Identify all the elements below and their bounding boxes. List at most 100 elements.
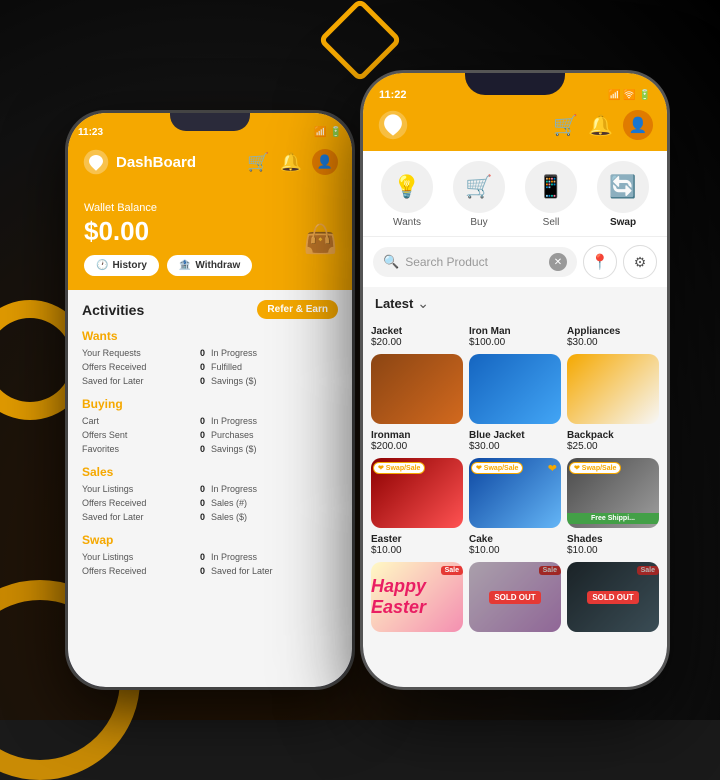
back-avatar[interactable]: 👤 xyxy=(312,149,338,175)
history-button[interactable]: 🕐 History xyxy=(84,255,159,276)
wallet-wallet-icon: 👜 xyxy=(303,223,338,256)
search-icon: 🔍 xyxy=(383,254,399,270)
swap-badge-backpack: ❤ Swap/Sale xyxy=(569,462,621,474)
product-img-jacket[interactable] xyxy=(371,354,463,424)
front-phone: 11:22 📶 🛜 🔋 🛒 🔔 👤 💡 Wants xyxy=(360,70,670,690)
front-header: 🛒 🔔 👤 xyxy=(363,105,667,151)
sold-out-text-cake: SOLD OUT xyxy=(489,591,540,604)
nav-buy[interactable]: 🛒 Buy xyxy=(453,161,505,228)
swap-badge-ironman: ❤ Swap/Sale xyxy=(373,462,425,474)
buying-row-3-status: Savings ($) xyxy=(211,443,338,455)
latest-text: Latest xyxy=(375,296,413,311)
front-bell-icon[interactable]: 🔔 xyxy=(588,113,613,138)
swap-badge-bluejacket: ❤ Swap/Sale xyxy=(471,462,523,474)
nav-wants[interactable]: 💡 Wants xyxy=(381,161,433,228)
sales-row-1-status: In Progress xyxy=(211,483,338,495)
search-placeholder: Search Product xyxy=(405,255,543,269)
back-time: 11:23 xyxy=(78,127,103,138)
search-filter-button[interactable]: ⚙ xyxy=(623,245,657,279)
product-grid: Jacket $20.00 Ironman $200.00 ❤ Swap/Sal… xyxy=(363,320,667,638)
wants-row-1-status: In Progress xyxy=(211,347,338,359)
activity-group-sales: Sales Your Listings0 In Progress Offers … xyxy=(82,465,338,523)
buying-row-2-status: Purchases xyxy=(211,429,338,441)
wants-row-3: Saved for Later0 xyxy=(82,375,209,387)
wants-title: Wants xyxy=(82,329,338,343)
sold-out-text-shades: SOLD OUT xyxy=(587,591,638,604)
nav-sell[interactable]: 📱 Sell xyxy=(525,161,577,228)
sell-label: Sell xyxy=(543,217,560,228)
front-cart-icon[interactable]: 🛒 xyxy=(553,113,578,138)
wants-rows: Your Requests0 In Progress Offers Receiv… xyxy=(82,347,338,387)
sales-row-2: Offers Received0 xyxy=(82,497,209,509)
product-img-ironman2[interactable] xyxy=(469,354,561,424)
activities-title: Activities xyxy=(82,302,144,318)
product-col-2: Iron Man $100.00 Blue Jacket $30.00 ❤ Sw… xyxy=(469,326,561,632)
product-img-shades[interactable]: Sale SOLD OUT xyxy=(567,562,659,632)
wants-row-2: Offers Received0 xyxy=(82,361,209,373)
product-label-jacket: Jacket $20.00 xyxy=(371,326,463,348)
buying-rows: Cart0 In Progress Offers Sent0 Purchases… xyxy=(82,415,338,455)
activity-group-swap: Swap Your Listings0 In Progress Offers R… xyxy=(82,533,338,577)
back-logo-icon xyxy=(82,148,110,176)
front-avatar[interactable]: 👤 xyxy=(623,110,653,140)
latest-row[interactable]: Latest ⌄ xyxy=(363,287,667,320)
activities-header: Activities Refer & Earn xyxy=(82,300,338,319)
product-img-appliances[interactable] xyxy=(567,354,659,424)
search-bar-row: 🔍 Search Product ✕ 📍 ⚙ xyxy=(363,237,667,287)
product-label-ironman2: Iron Man $100.00 xyxy=(469,326,561,348)
front-time: 11:22 xyxy=(379,89,407,101)
nav-icons-row: 💡 Wants 🛒 Buy 📱 Sell 🔄 Swap xyxy=(363,151,667,237)
wallet-label: Wallet Balance xyxy=(84,202,336,214)
back-logo-text: DashBoard xyxy=(116,154,196,171)
buying-row-3: Favorites0 xyxy=(82,443,209,455)
wallet-actions: 🕐 History 🏦 Withdraw xyxy=(84,255,336,276)
product-label-bluejacket: Blue Jacket $30.00 xyxy=(469,430,561,452)
activity-group-buying: Buying Cart0 In Progress Offers Sent0 Pu… xyxy=(82,397,338,455)
back-bell-icon[interactable]: 🔔 xyxy=(280,152,302,173)
sold-out-overlay-cake: SOLD OUT xyxy=(469,562,561,632)
wallet-amount: $0.00 xyxy=(84,216,336,247)
latest-arrow-icon: ⌄ xyxy=(417,295,429,312)
back-logo: DashBoard xyxy=(82,148,196,176)
buy-icon-circle: 🛒 xyxy=(453,161,505,213)
swap-rows: Your Listings0 In Progress Offers Receiv… xyxy=(82,551,338,577)
front-logo xyxy=(377,109,409,141)
back-status-icons: 📶 🔋 xyxy=(314,127,342,138)
swap-title: Swap xyxy=(82,533,338,547)
product-img-backpack[interactable]: ❤ Swap/Sale Free Shippi... xyxy=(567,458,659,528)
buying-row-2: Offers Sent0 xyxy=(82,429,209,441)
buy-label: Buy xyxy=(470,217,487,228)
wants-row-1: Your Requests0 xyxy=(82,347,209,359)
back-header-icons: 🛒 🔔 👤 xyxy=(247,149,338,175)
sales-row-3-status: Sales ($) xyxy=(211,511,338,523)
product-img-cake[interactable]: Sale SOLD OUT xyxy=(469,562,561,632)
product-img-ironman[interactable]: ❤ Swap/Sale xyxy=(371,458,463,528)
swap-row-1: Your Listings0 xyxy=(82,551,209,563)
search-input-box[interactable]: 🔍 Search Product ✕ xyxy=(373,247,577,277)
sale-badge-easter: Sale xyxy=(441,566,463,575)
product-img-bluejacket[interactable]: ❤ Swap/Sale ❤ xyxy=(469,458,561,528)
wants-row-2-status: Fulfilled xyxy=(211,361,338,373)
nav-swap[interactable]: 🔄 Swap xyxy=(597,161,649,228)
back-notch xyxy=(170,113,250,131)
history-icon: 🕐 xyxy=(96,260,108,271)
search-clear-button[interactable]: ✕ xyxy=(549,253,567,271)
product-img-easter[interactable]: Sale Happy Easter xyxy=(371,562,463,632)
withdraw-button[interactable]: 🏦 Withdraw xyxy=(167,255,252,276)
sales-row-3: Saved for Later0 xyxy=(82,511,209,523)
heart-icon-bluejacket: ❤ xyxy=(548,462,557,475)
sales-row-1: Your Listings0 xyxy=(82,483,209,495)
back-cart-icon[interactable]: 🛒 xyxy=(247,152,269,173)
sold-out-overlay-shades: SOLD OUT xyxy=(567,562,659,632)
front-status-icons: 📶 🛜 🔋 xyxy=(608,90,651,101)
swap-row-2-status: Saved for Later xyxy=(211,565,338,577)
product-label-appliances: Appliances $30.00 xyxy=(567,326,659,348)
product-label-backpack: Backpack $25.00 xyxy=(567,430,659,452)
refer-earn-button[interactable]: Refer & Earn xyxy=(257,300,338,319)
swap-label: Swap xyxy=(610,217,636,228)
wallet-card: Wallet Balance $0.00 🕐 History 🏦 Withdra… xyxy=(68,188,352,290)
search-location-button[interactable]: 📍 xyxy=(583,245,617,279)
sales-row-2-status: Sales (#) xyxy=(211,497,338,509)
free-shipping-badge: Free Shippi... xyxy=(567,513,659,524)
swap-icon-circle: 🔄 xyxy=(597,161,649,213)
